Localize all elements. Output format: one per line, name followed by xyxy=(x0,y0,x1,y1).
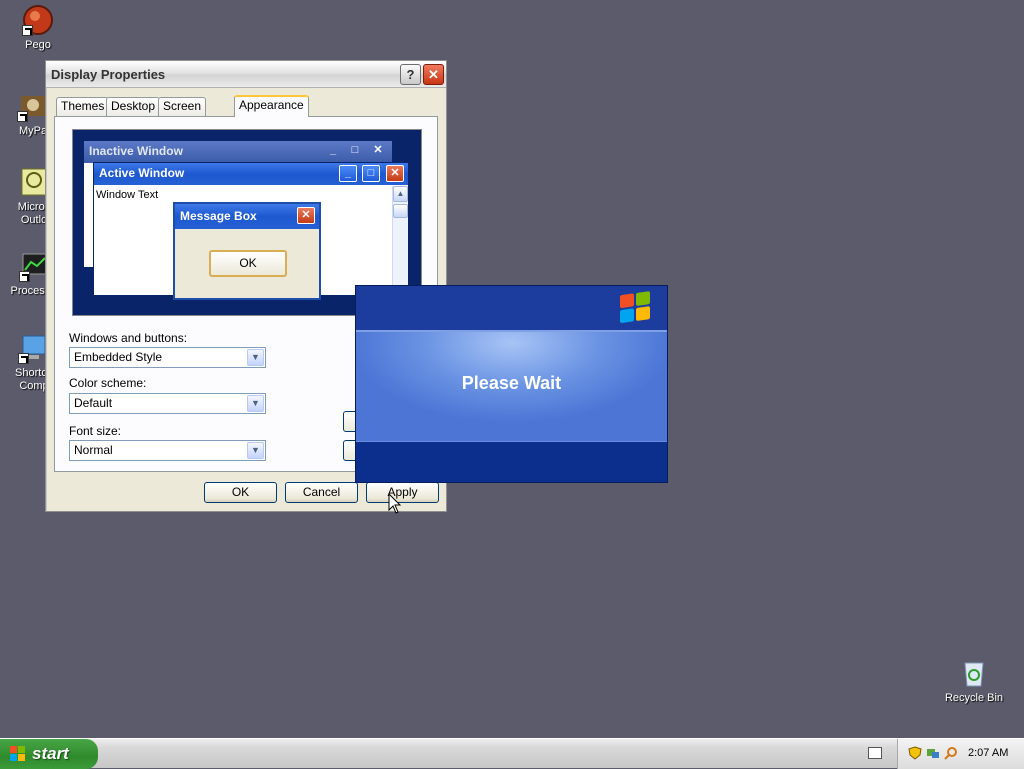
tab-desktop[interactable]: Desktop xyxy=(106,97,161,116)
cancel-button[interactable]: Cancel xyxy=(285,482,358,503)
help-button[interactable]: ? xyxy=(400,64,421,85)
preview-msgbox-title-text: Message Box xyxy=(180,209,257,223)
start-label: start xyxy=(32,744,69,763)
preview-window-text: Window Text xyxy=(96,189,159,201)
search-icon[interactable] xyxy=(944,746,958,760)
tab-appearance[interactable]: Appearance xyxy=(234,95,309,117)
minimize-icon: _ xyxy=(339,165,357,182)
close-button[interactable]: ✕ xyxy=(423,64,444,85)
chevron-down-icon[interactable]: ▼ xyxy=(247,349,264,366)
close-icon: ✕ xyxy=(373,144,383,156)
preview-active-title-text: Active Window xyxy=(99,166,185,180)
font-size-value: Normal xyxy=(74,443,113,457)
please-wait-dialog: Please Wait xyxy=(355,285,668,483)
network-icon[interactable] xyxy=(926,746,940,760)
clock[interactable]: 2:07 AM xyxy=(968,747,1008,759)
start-button[interactable]: start xyxy=(0,739,98,769)
taskbar: start 2:07 AM xyxy=(0,738,1024,769)
shortcut-arrow-icon xyxy=(17,111,28,122)
desktop-icon-recycle-bin[interactable]: Recycle Bin xyxy=(936,657,1012,705)
color-scheme-label: Color scheme: xyxy=(69,376,147,390)
shortcut-arrow-icon xyxy=(18,353,29,364)
windows-buttons-select[interactable]: Embedded Style ▼ xyxy=(69,347,266,368)
desktop-icon-pego[interactable]: Pego xyxy=(0,4,76,52)
windows-buttons-value: Embedded Style xyxy=(74,350,163,364)
keyboard-icon[interactable] xyxy=(868,747,882,759)
scroll-thumb xyxy=(393,204,408,218)
tab-screen-saver[interactable]: Screen Saver xyxy=(158,97,207,130)
security-shield-icon[interactable] xyxy=(908,746,922,760)
recycle-bin-icon xyxy=(958,657,990,689)
preview-active-title: Active Window _ □ ✕ xyxy=(94,163,408,185)
preview-ok-button: OK xyxy=(209,250,287,277)
windows-logo-icon xyxy=(620,291,652,325)
shortcut-arrow-icon xyxy=(19,271,30,282)
maximize-icon: □ xyxy=(351,144,359,156)
preview-inactive-title: Inactive Window _ □ ✕ xyxy=(84,141,392,163)
windows-flag-icon xyxy=(10,746,25,761)
preview-msgbox-title: Message Box ✕ xyxy=(175,204,319,229)
please-wait-text: Please Wait xyxy=(461,373,562,393)
pego-icon xyxy=(22,4,54,36)
preview-inactive-title-text: Inactive Window xyxy=(89,144,183,158)
preview-message-box: Message Box ✕ OK xyxy=(173,202,321,300)
shortcut-arrow-icon xyxy=(22,25,33,36)
close-icon: ✕ xyxy=(297,207,315,224)
window-title: Display Properties xyxy=(51,67,166,82)
system-tray: 2:07 AM xyxy=(897,739,1024,769)
color-scheme-select[interactable]: Default ▼ xyxy=(69,393,266,414)
chevron-down-icon[interactable]: ▼ xyxy=(247,395,264,412)
windows-buttons-label: Windows and buttons: xyxy=(69,331,188,345)
minimize-icon: _ xyxy=(329,144,337,156)
tab-themes[interactable]: Themes xyxy=(56,97,110,116)
font-size-select[interactable]: Normal ▼ xyxy=(69,440,266,461)
ok-button[interactable]: OK xyxy=(204,482,277,503)
desktop-icon-label: Recycle Bin xyxy=(944,692,1004,704)
preview-scrollbar: ▲ xyxy=(392,186,408,295)
desktop-icon-label: Pego xyxy=(25,39,51,51)
chevron-down-icon[interactable]: ▼ xyxy=(247,442,264,459)
font-size-label: Font size: xyxy=(69,424,122,438)
color-scheme-value: Default xyxy=(74,396,113,410)
apply-button[interactable]: Apply xyxy=(366,482,439,503)
splash-bottom-band xyxy=(356,441,667,482)
close-icon: ✕ xyxy=(386,165,404,182)
title-bar[interactable]: Display Properties ? ✕ xyxy=(46,61,446,88)
scroll-up-icon: ▲ xyxy=(393,186,408,202)
maximize-icon: □ xyxy=(362,165,380,182)
